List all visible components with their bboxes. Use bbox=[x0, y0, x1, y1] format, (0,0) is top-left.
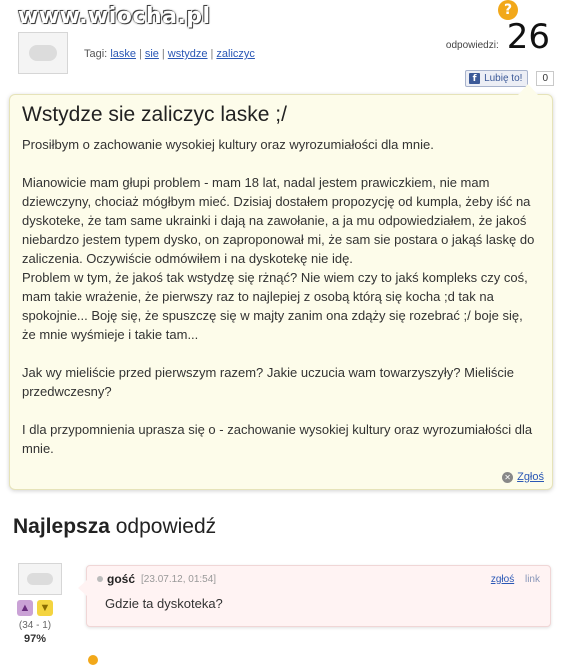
answer-avatar[interactable] bbox=[18, 563, 62, 595]
question-avatar[interactable] bbox=[18, 32, 68, 74]
tag-link[interactable]: wstydze bbox=[168, 48, 208, 60]
answer-text: Gdzie ta dyskoteka? bbox=[105, 596, 223, 611]
tags-label: Tagi: bbox=[84, 48, 108, 60]
facebook-like-widget: f Lubię to! 0 bbox=[465, 70, 554, 87]
best-answer-heading-bold: Najlepsza bbox=[13, 515, 110, 538]
answer-date: [23.07.12, 01:54] bbox=[141, 573, 217, 585]
answer-author: gość bbox=[107, 572, 136, 586]
like-count: 0 bbox=[536, 71, 554, 86]
next-answer-icon bbox=[88, 655, 98, 665]
site-watermark: www.wiocha.pl bbox=[18, 4, 211, 29]
facebook-icon: f bbox=[469, 73, 481, 84]
answer-permalink[interactable]: link bbox=[525, 574, 540, 585]
avatar-placeholder-icon bbox=[27, 573, 53, 585]
tag-link[interactable]: zaliczyc bbox=[216, 48, 255, 60]
like-label: Lubię to! bbox=[484, 73, 523, 84]
avatar-placeholder-icon bbox=[28, 45, 58, 61]
vote-tally: (34 - 1) bbox=[18, 620, 52, 631]
answers-count: 26 bbox=[506, 17, 550, 57]
report-button[interactable]: ✕ Zgłoś bbox=[502, 471, 544, 483]
best-answer-heading-rest: odpowiedź bbox=[109, 515, 217, 538]
report-icon: ✕ bbox=[502, 471, 514, 483]
tag-link[interactable]: sie bbox=[145, 48, 159, 60]
question-body: Prosiłbym o zachowanie wysokiej kultury … bbox=[22, 137, 535, 456]
thumbs-down-icon[interactable]: ▼ bbox=[37, 600, 53, 616]
tag-link[interactable]: laske bbox=[110, 48, 136, 60]
thumbs-up-icon[interactable]: ▲ bbox=[17, 600, 33, 616]
question-title: Wstydze sie zaliczyc laske ;/ bbox=[22, 103, 287, 126]
best-answer-heading: Najlepsza odpowiedź bbox=[13, 515, 216, 539]
question-box: Wstydze sie zaliczyc laske ;/ Prosiłbym … bbox=[9, 84, 553, 490]
answer-report-link[interactable]: zgłoś bbox=[491, 574, 514, 585]
vote-percent: 97% bbox=[23, 633, 47, 645]
answers-label: odpowiedzi: bbox=[445, 40, 499, 51]
status-dot-icon bbox=[97, 576, 103, 582]
best-answer-box: gość [23.07.12, 01:54] zgłoś link Gdzie … bbox=[78, 565, 551, 627]
tags-row: Tagi: laske | sie | wstydze | zaliczyc bbox=[84, 48, 255, 60]
report-label: Zgłoś bbox=[517, 471, 544, 483]
answers-counter: odpowiedzi: 26 bbox=[446, 20, 550, 54]
vote-panel: ▲ ▼ (34 - 1) 97% bbox=[12, 600, 58, 645]
